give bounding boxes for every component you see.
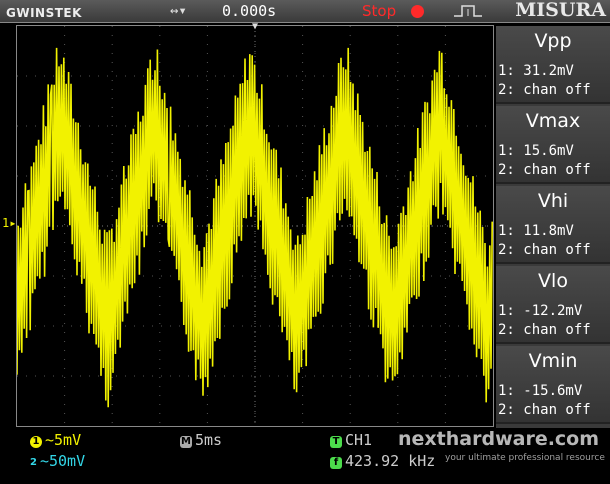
brand-logo: GWINSTEK — [6, 6, 82, 20]
time-division-value: 5ms — [195, 431, 223, 449]
measure-ch1-value: 1: 15.6mV — [498, 143, 574, 159]
timebase-arrow-icon: ↔▾ — [170, 3, 187, 19]
measure-ch2-value: 2: chan off — [498, 402, 591, 418]
watermark-tagline: your ultimate professional resource — [445, 453, 605, 463]
trigger-position-marker: ▼ — [252, 21, 259, 32]
ch2-badge-icon: 2 — [30, 457, 37, 468]
measurement-panel: Vpp 1: 31.2mV 2: chan off Vmax 1: 15.6mV… — [496, 26, 610, 428]
watermark-logo: nexthardware.com — [398, 428, 600, 450]
ch1-ground-marker: 1▸ — [2, 216, 17, 230]
ch1-trace — [17, 47, 493, 408]
ch1-scale-value: ~5mV — [45, 431, 82, 449]
measure-vmin[interactable]: Vmin 1: -15.6mV 2: chan off — [496, 346, 610, 424]
frequency-counter: f 423.92 kHz — [330, 452, 435, 470]
ch2-scale-value: ~50mV — [39, 452, 86, 470]
stop-indicator-icon — [411, 5, 424, 18]
main-timebase-icon: M — [180, 436, 192, 448]
frequency-badge-icon: f — [330, 457, 342, 469]
ch1-badge-icon: 1 — [30, 436, 42, 448]
measure-title: Vmax — [525, 110, 581, 132]
measure-ch1-value: 1: -15.6mV — [498, 383, 583, 399]
trigger-badge-icon: T — [330, 436, 342, 448]
menu-title: MISURA — [515, 0, 606, 21]
trigger-source-value: CH1 — [345, 431, 373, 449]
time-division[interactable]: M 5ms — [180, 431, 222, 449]
top-status-bar: GWINSTEK ↔▾ 0.000s Stop MISURA — [0, 0, 610, 23]
measure-vpp[interactable]: Vpp 1: 31.2mV 2: chan off — [496, 26, 610, 104]
frequency-value: 423.92 kHz — [345, 452, 436, 470]
ch1-scale[interactable]: 1 ~5mV — [30, 431, 81, 449]
measure-ch2-value: 2: chan off — [498, 322, 591, 338]
waveform-canvas — [17, 26, 493, 426]
measure-title: Vmin — [528, 350, 578, 372]
rising-edge-icon — [454, 5, 482, 17]
measure-ch1-value: 1: -12.2mV — [498, 303, 583, 319]
measure-title: Vpp — [534, 30, 572, 52]
measure-vmax[interactable]: Vmax 1: 15.6mV 2: chan off — [496, 106, 610, 184]
measure-ch2-value: 2: chan off — [498, 82, 591, 98]
measure-ch2-value: 2: chan off — [498, 162, 591, 178]
ch2-scale[interactable]: 2 ~50mV — [30, 452, 85, 470]
measure-vhi[interactable]: Vhi 1: 11.8mV 2: chan off — [496, 186, 610, 264]
waveform-display — [16, 25, 494, 427]
measure-ch1-value: 1: 31.2mV — [498, 63, 574, 79]
run-status[interactable]: Stop — [362, 2, 396, 20]
trigger-source[interactable]: T CH1 — [330, 431, 372, 449]
measure-vlo[interactable]: Vlo 1: -12.2mV 2: chan off — [496, 266, 610, 344]
measure-ch1-value: 1: 11.8mV — [498, 223, 574, 239]
trigger-delay-readout: 0.000s — [222, 2, 277, 20]
measure-ch2-value: 2: chan off — [498, 242, 591, 258]
measure-title: Vlo — [538, 270, 568, 292]
measure-title: Vhi — [537, 190, 569, 212]
